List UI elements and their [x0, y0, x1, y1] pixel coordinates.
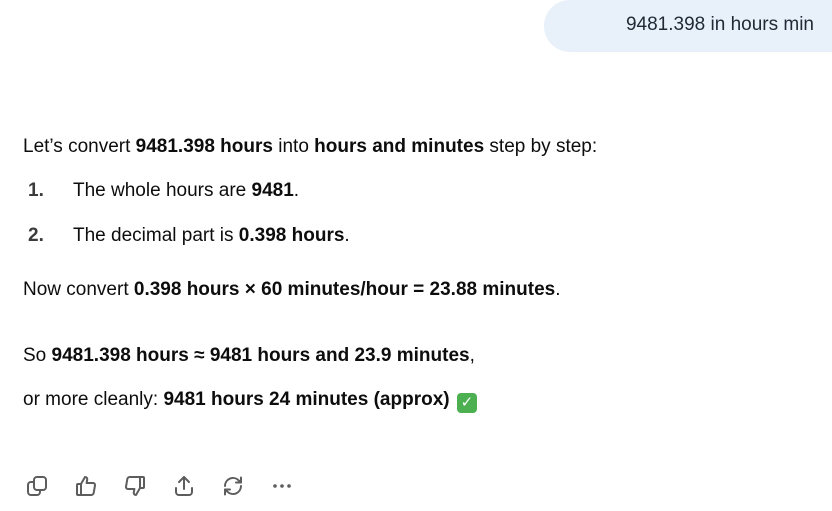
step-number: 2.	[28, 225, 44, 246]
thumbs-up-icon	[76, 476, 96, 497]
list-item: 1. The whole hours are 9481.	[23, 176, 813, 206]
check-mark-icon: ✓	[456, 393, 477, 413]
regenerate-icon	[224, 476, 242, 496]
clean-bold: 9481 hours 24 minutes (approx)	[163, 389, 450, 410]
step-tail: .	[344, 225, 350, 246]
summary-paragraph: So 9481.398 hours ≈ 9481 hours and 23.9 …	[23, 341, 813, 371]
clean-result-paragraph: or more cleanly: 9481 hours 24 minutes (…	[23, 385, 813, 415]
more-options-button[interactable]	[267, 472, 297, 500]
convert-text-2: .	[555, 279, 561, 300]
step-bold: 9481	[251, 180, 294, 201]
intro-bold-1: 9481.398 hours	[135, 136, 273, 157]
thumbs-up-button[interactable]	[71, 472, 101, 500]
steps-list: 1. The whole hours are 9481. 2. The decima…	[23, 176, 813, 251]
clean-text-1: or more cleanly:	[23, 389, 164, 410]
thumbs-down-button[interactable]	[120, 472, 150, 500]
thumbs-down-icon	[125, 475, 145, 496]
list-item: 2. The decimal part is 0.398 hours.	[23, 221, 813, 251]
intro-text-2: into	[272, 136, 315, 157]
user-message-bubble: 9481.398 in hours min	[544, 0, 832, 52]
user-message-text: 9481.398 in hours min	[625, 14, 814, 35]
step-text: The whole hours are	[73, 180, 252, 201]
summary-text-2: ,	[469, 345, 475, 366]
copy-icon	[27, 476, 47, 496]
message-actions	[22, 472, 316, 500]
intro-bold-2: hours and minutes	[314, 136, 485, 157]
regenerate-button[interactable]	[218, 472, 248, 500]
step-text: The decimal part is	[73, 225, 239, 246]
step-number: 1.	[28, 180, 44, 201]
copy-button[interactable]	[22, 472, 52, 500]
intro-text-1: Let’s convert	[23, 136, 136, 157]
summary-text-1: So	[23, 345, 52, 366]
summary-bold: 9481.398 hours ≈ 9481 hours and 23.9 min…	[51, 345, 470, 366]
convert-paragraph: Now convert 0.398 hours × 60 minutes/hou…	[23, 275, 813, 305]
convert-bold: 0.398 hours × 60 minutes/hour = 23.88 mi…	[133, 279, 556, 300]
convert-text-1: Now convert	[23, 279, 134, 300]
intro-text-3: step by step:	[484, 136, 598, 157]
share-icon	[175, 476, 193, 496]
step-tail: .	[293, 180, 300, 201]
more-icon	[273, 484, 291, 488]
step-bold: 0.398 hours	[238, 225, 345, 246]
assistant-response: Let’s convert 9481.398 hours into hours …	[23, 132, 813, 415]
response-intro: Let’s convert 9481.398 hours into hours …	[23, 132, 813, 162]
share-button[interactable]	[169, 472, 199, 500]
